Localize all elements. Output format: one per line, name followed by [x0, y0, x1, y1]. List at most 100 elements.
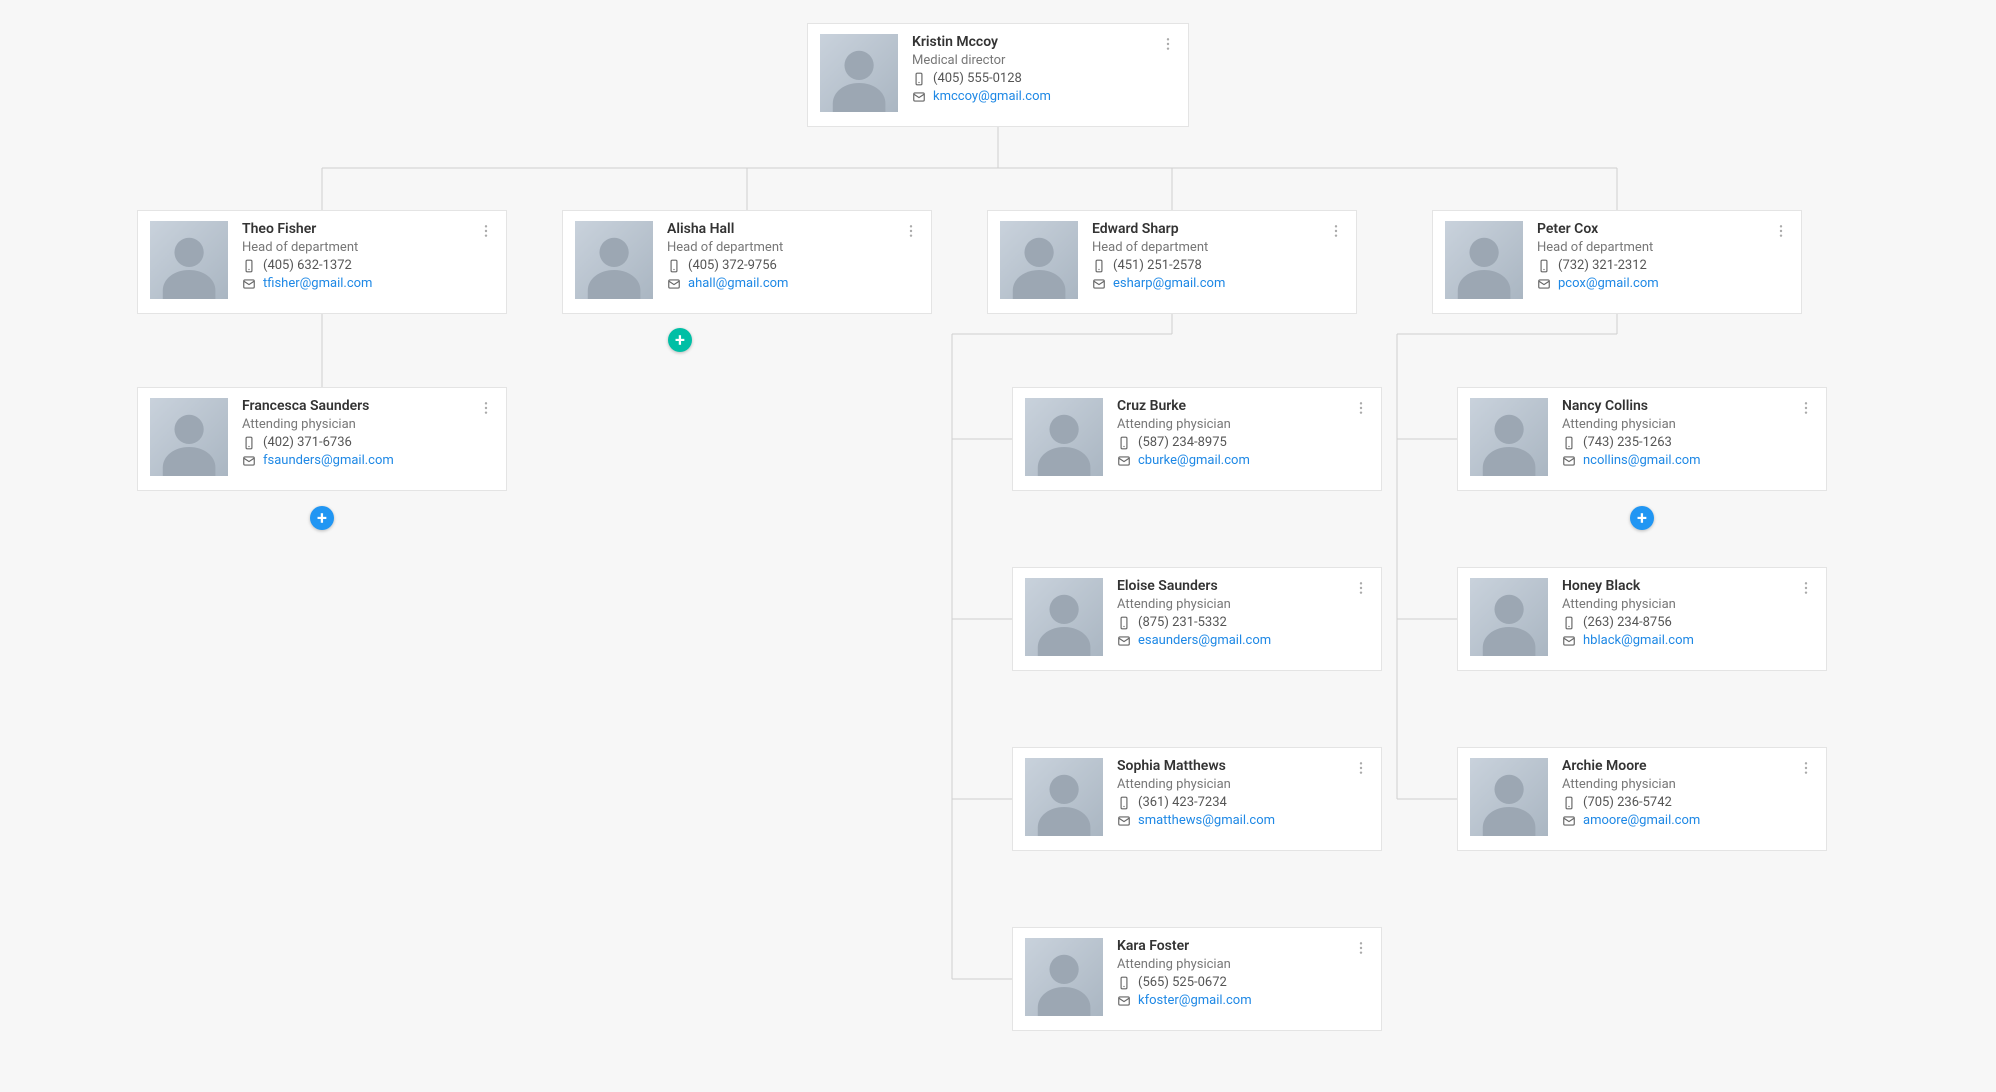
email-row: smatthews@gmail.com: [1117, 813, 1369, 828]
phone-text: (405) 632-1372: [263, 258, 352, 273]
person-card-kristin[interactable]: Kristin MccoyMedical director(405) 555-0…: [807, 23, 1189, 127]
email-link[interactable]: tfisher@gmail.com: [263, 276, 372, 291]
phone-row: (705) 236-5742: [1562, 795, 1814, 810]
phone-text: (405) 372-9756: [688, 258, 777, 273]
person-card-nancy[interactable]: Nancy CollinsAttending physician(743) 23…: [1457, 387, 1827, 491]
card-menu-button[interactable]: [1794, 396, 1818, 424]
phone-icon: [1537, 259, 1551, 273]
person-card-peter[interactable]: Peter Cox Head of department (732) 321-231…: [1432, 210, 1802, 314]
person-card-kara[interactable]: Kara FosterAttending physician(565) 525-…: [1012, 927, 1382, 1031]
card-menu-button[interactable]: [474, 396, 498, 424]
person-title: Attending physician: [1117, 417, 1369, 432]
person-name: Eloise Saunders: [1117, 578, 1369, 594]
phone-icon: [912, 72, 926, 86]
avatar: [1025, 578, 1103, 656]
person-card-francesca[interactable]: Francesca SaundersAttending physician(40…: [137, 387, 507, 491]
avatar: [1470, 398, 1548, 476]
person-card-alisha[interactable]: Alisha HallHead of department(405) 372-9…: [562, 210, 932, 314]
person-title: Attending physician: [1117, 777, 1369, 792]
add-child-button[interactable]: +: [668, 328, 692, 352]
email-row: kmccoy@gmail.com: [912, 89, 1176, 104]
person-card-archie[interactable]: Archie Moore Attending physician (705) 236…: [1457, 747, 1827, 851]
mail-icon: [1117, 814, 1131, 828]
email-row: cburke@gmail.com: [1117, 453, 1369, 468]
email-row: hblack@gmail.com: [1562, 633, 1814, 648]
email-row: fsaunders@gmail.com: [242, 453, 494, 468]
person-info: Nancy CollinsAttending physician(743) 23…: [1562, 398, 1814, 480]
phone-text: (451) 251-2578: [1113, 258, 1202, 273]
person-title: Medical director: [912, 53, 1176, 68]
phone-row: (263) 234-8756: [1562, 615, 1814, 630]
person-info: Alisha HallHead of department(405) 372-9…: [667, 221, 919, 303]
phone-text: (402) 371-6736: [263, 435, 352, 450]
card-menu-button[interactable]: [1794, 756, 1818, 784]
card-menu-button[interactable]: [899, 219, 923, 247]
person-title: Head of department: [1537, 240, 1789, 255]
person-title: Attending physician: [1562, 777, 1814, 792]
email-row: amoore@gmail.com: [1562, 813, 1814, 828]
mail-icon: [1117, 634, 1131, 648]
person-info: Peter Cox Head of department (732) 321-231…: [1537, 221, 1789, 303]
email-link[interactable]: amoore@gmail.com: [1583, 813, 1700, 828]
card-menu-button[interactable]: [1349, 756, 1373, 784]
email-link[interactable]: fsaunders@gmail.com: [263, 453, 394, 468]
person-name: Peter Cox: [1537, 221, 1789, 237]
card-menu-button[interactable]: [1156, 32, 1180, 60]
avatar: [820, 34, 898, 112]
email-row: ahall@gmail.com: [667, 276, 919, 291]
email-link[interactable]: pcox@gmail.com: [1558, 276, 1659, 291]
card-menu-button[interactable]: [1324, 219, 1348, 247]
phone-icon: [1092, 259, 1106, 273]
email-link[interactable]: ncollins@gmail.com: [1583, 453, 1701, 468]
person-name: Francesca Saunders: [242, 398, 494, 414]
person-name: Alisha Hall: [667, 221, 919, 237]
person-card-edward[interactable]: Edward SharpHead of department(451) 251-…: [987, 210, 1357, 314]
phone-row: (361) 423-7234: [1117, 795, 1369, 810]
phone-row: (565) 525-0672: [1117, 975, 1369, 990]
email-link[interactable]: kfoster@gmail.com: [1138, 993, 1252, 1008]
phone-icon: [242, 436, 256, 450]
person-info: Kristin MccoyMedical director(405) 555-0…: [912, 34, 1176, 116]
avatar: [1445, 221, 1523, 299]
email-link[interactable]: cburke@gmail.com: [1138, 453, 1250, 468]
phone-icon: [242, 259, 256, 273]
email-link[interactable]: esharp@gmail.com: [1113, 276, 1225, 291]
mail-icon: [1562, 454, 1576, 468]
card-menu-button[interactable]: [474, 219, 498, 247]
mail-icon: [1537, 277, 1551, 291]
person-name: Sophia Matthews: [1117, 758, 1369, 774]
person-title: Head of department: [1092, 240, 1344, 255]
avatar: [1000, 221, 1078, 299]
mail-icon: [1117, 454, 1131, 468]
email-link[interactable]: kmccoy@gmail.com: [933, 89, 1051, 104]
phone-text: (875) 231-5332: [1138, 615, 1227, 630]
person-card-eloise[interactable]: Eloise SaundersAttending physician(875) …: [1012, 567, 1382, 671]
email-link[interactable]: ahall@gmail.com: [688, 276, 788, 291]
email-row: esaunders@gmail.com: [1117, 633, 1369, 648]
mail-icon: [242, 454, 256, 468]
add-child-button[interactable]: +: [310, 506, 334, 530]
card-menu-button[interactable]: [1769, 219, 1793, 247]
email-link[interactable]: esaunders@gmail.com: [1138, 633, 1271, 648]
person-name: Archie Moore: [1562, 758, 1814, 774]
mail-icon: [1562, 634, 1576, 648]
connector-lines: [0, 0, 1996, 1092]
card-menu-button[interactable]: [1794, 576, 1818, 604]
card-menu-button[interactable]: [1349, 576, 1373, 604]
phone-text: (732) 321-2312: [1558, 258, 1647, 273]
card-menu-button[interactable]: [1349, 396, 1373, 424]
person-card-cruz[interactable]: Cruz BurkeAttending physician(587) 234-8…: [1012, 387, 1382, 491]
email-link[interactable]: hblack@gmail.com: [1583, 633, 1694, 648]
person-card-sophia[interactable]: Sophia Matthews Attending physician (361) …: [1012, 747, 1382, 851]
phone-icon: [1117, 436, 1131, 450]
person-name: Cruz Burke: [1117, 398, 1369, 414]
avatar: [1025, 398, 1103, 476]
person-card-honey[interactable]: Honey BlackAttending physician(263) 234-…: [1457, 567, 1827, 671]
person-card-theo[interactable]: Theo FisherHead of department(405) 632-1…: [137, 210, 507, 314]
person-name: Honey Black: [1562, 578, 1814, 594]
card-menu-button[interactable]: [1349, 936, 1373, 964]
email-link[interactable]: smatthews@gmail.com: [1138, 813, 1275, 828]
add-child-button[interactable]: +: [1630, 506, 1654, 530]
phone-icon: [1562, 796, 1576, 810]
email-row: esharp@gmail.com: [1092, 276, 1344, 291]
